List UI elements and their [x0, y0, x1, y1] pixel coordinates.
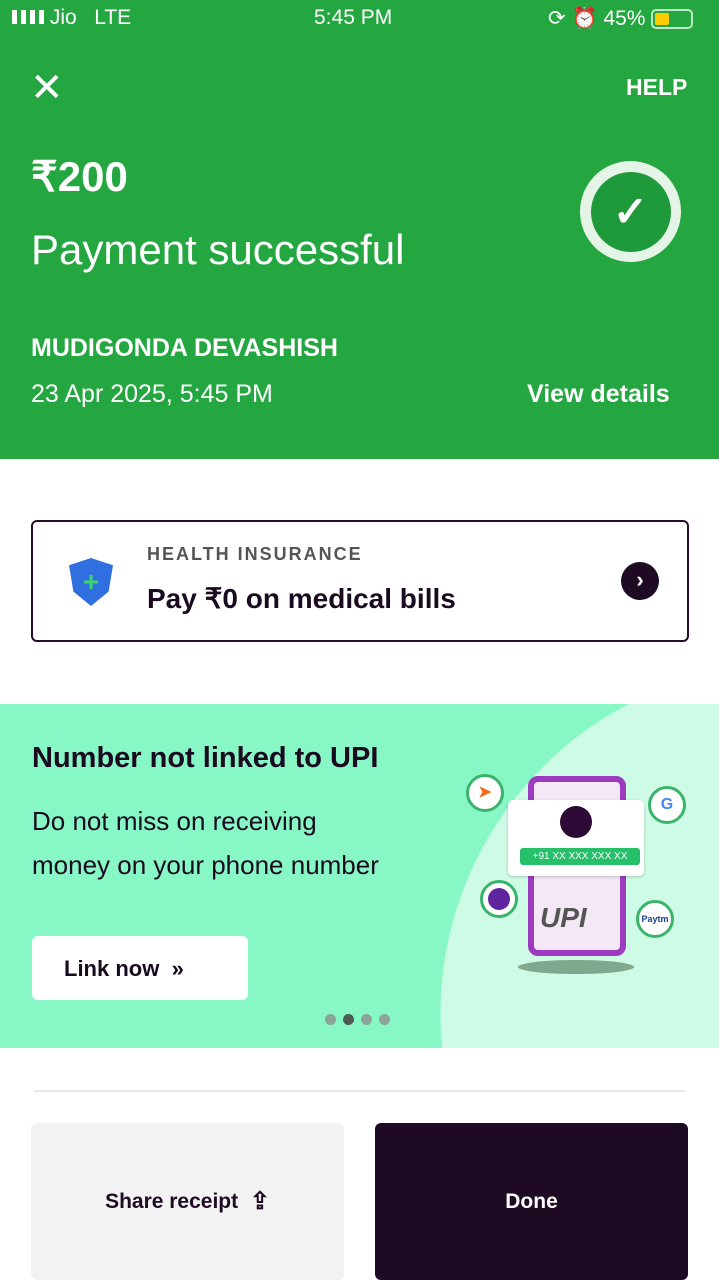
- phone-popup: +91 XX XXX XXX XX: [508, 800, 644, 876]
- phone-shadow: [518, 960, 634, 974]
- share-label: Share receipt: [105, 1189, 239, 1213]
- status-title: Payment successful: [31, 226, 405, 273]
- masked-phone: +91 XX XXX XXX XX: [520, 848, 640, 865]
- help-button[interactable]: HELP: [626, 74, 687, 101]
- health-insurance-card[interactable]: + HEALTH INSURANCE Pay ₹0 on medical bil…: [31, 520, 689, 642]
- paytm-icon: Paytm: [636, 900, 674, 938]
- share-icon: ⇪: [249, 1188, 270, 1215]
- payment-datetime: 23 Apr 2025, 5:45 PM: [31, 380, 273, 408]
- status-left: Jio LTE: [12, 6, 131, 30]
- banner-line2: money on your phone number: [32, 850, 379, 880]
- dot[interactable]: [325, 1014, 336, 1025]
- carrier: Jio: [49, 6, 77, 29]
- signal-icon: [12, 10, 44, 24]
- shield-icon: +: [69, 558, 113, 606]
- banner-title: Number not linked to UPI: [32, 742, 379, 774]
- insurance-label: HEALTH INSURANCE: [147, 544, 363, 564]
- success-check-icon: ✓: [580, 161, 681, 262]
- gpay-icon: G: [648, 786, 686, 824]
- insurance-title: Pay ₹0 on medical bills: [147, 583, 456, 614]
- share-receipt-button[interactable]: Share receipt ⇪: [31, 1123, 344, 1280]
- link-now-label: Link now: [64, 956, 160, 981]
- app-logo-icon: [560, 806, 592, 838]
- alarm-icon: ⏰: [571, 7, 598, 30]
- upi-banner: Number not linked to UPI Do not miss on …: [0, 704, 719, 1048]
- double-chevron-icon: »: [171, 956, 184, 981]
- done-button[interactable]: Done: [375, 1123, 688, 1280]
- rotation-lock-icon: ⟳: [548, 7, 566, 30]
- dot-active[interactable]: [343, 1014, 354, 1025]
- network: LTE: [94, 6, 132, 29]
- banner-line1: Do not miss on receiving: [32, 806, 317, 836]
- battery-icon: [651, 9, 694, 30]
- close-icon[interactable]: ✕: [30, 68, 64, 108]
- link-now-button[interactable]: Link now »: [32, 936, 248, 1000]
- chevron-right-icon[interactable]: ›: [621, 562, 659, 600]
- payee-name: MUDIGONDA DEVASHISH: [31, 334, 338, 362]
- battery-percent: 45%: [603, 7, 646, 30]
- done-label: Done: [505, 1189, 558, 1213]
- divider: [34, 1090, 685, 1092]
- upi-logo: UPI: [540, 902, 587, 933]
- amount: ₹200: [31, 153, 128, 200]
- view-details-link[interactable]: View details: [527, 380, 670, 409]
- clock: 5:45 PM: [314, 6, 393, 29]
- phonepe-icon: [480, 880, 518, 918]
- dot[interactable]: [379, 1014, 390, 1025]
- bhim-icon: ➤: [466, 774, 504, 812]
- dot[interactable]: [361, 1014, 372, 1025]
- status-right: ⟳ ⏰ 45%: [548, 6, 694, 31]
- payment-header: Jio LTE 5:45 PM ⟳ ⏰ 45% ✕ HELP ₹200 Paym…: [0, 0, 719, 459]
- carousel-dots[interactable]: [325, 1014, 390, 1025]
